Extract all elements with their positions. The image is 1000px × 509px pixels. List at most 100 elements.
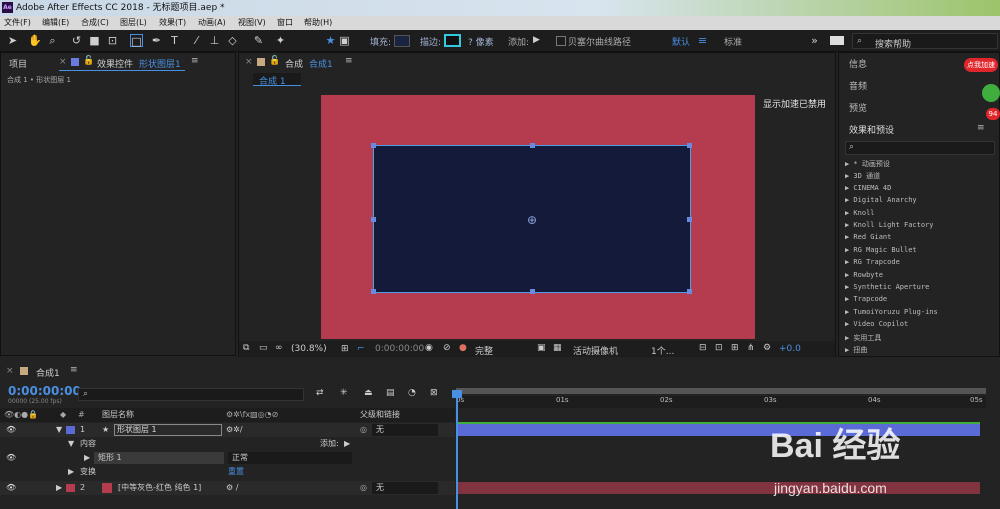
tab-effect-controls[interactable]: 效果控件 (97, 57, 133, 70)
reset-link[interactable]: 重置 (228, 465, 244, 479)
shape-handle[interactable] (530, 289, 535, 294)
comp-subtab[interactable]: 合成 1 (253, 73, 301, 87)
effects-category-item[interactable]: ▶ Knoll Light Factory (845, 221, 934, 229)
hand-tool-icon[interactable]: ✋ (28, 34, 42, 47)
search-help-box[interactable]: ⌕ 搜索帮助 (852, 33, 998, 50)
bezier-checkbox[interactable] (556, 36, 566, 46)
layer-switches-icon[interactable]: ⚙ / (226, 481, 238, 495)
eye-icon[interactable]: 👁 (6, 423, 16, 437)
menu-animation[interactable]: 动画(A) (198, 16, 226, 30)
col-parent[interactable]: 父级和链接 (360, 408, 400, 422)
timeline-tab[interactable]: 合成1 (36, 366, 60, 379)
shy-layers-icon[interactable]: ⏏ (364, 388, 373, 398)
rectangle-tool-icon[interactable]: □ (130, 34, 143, 48)
effects-category-item[interactable]: ▶ RG Magic Bullet (845, 246, 917, 254)
snapshot-icon[interactable]: ◉ (425, 343, 433, 353)
layer-label-color[interactable] (66, 426, 75, 434)
workspace-standard[interactable]: 标准 (724, 35, 742, 48)
panel-info[interactable]: 信息 (849, 57, 867, 70)
menu-help[interactable]: 帮助(H) (304, 16, 332, 30)
effects-category-item[interactable]: ▶ TumoiYoruzu Plug-ins (845, 308, 938, 316)
stroke-swatch[interactable] (444, 34, 461, 47)
safe-margins-icon[interactable]: ⊞ (341, 344, 349, 354)
menu-window[interactable]: 窗口 (277, 16, 293, 30)
roto-brush-tool-icon[interactable]: ✎ (252, 34, 265, 47)
parent-pickwhip-icon[interactable]: ◎ (360, 481, 367, 495)
anchor-point-icon[interactable]: ⊕ (525, 213, 539, 227)
eraser-tool-icon[interactable]: ◇ (226, 34, 239, 47)
layer-row[interactable]: 👁 ▶ 2 [中等灰色-红色 纯色 1] ⚙ / ◎ 无 (0, 481, 455, 495)
effect-controls-layer[interactable]: 形状图层1 (139, 57, 181, 70)
effects-category-item[interactable]: ▶ RG Trapcode (845, 258, 900, 266)
col-layer-name[interactable]: 图层名称 (102, 408, 134, 422)
property-row[interactable]: ▼ 内容 添加: ▶ (0, 437, 455, 451)
expand-triangle-icon[interactable]: ▶ (68, 465, 74, 479)
viewer-timecode[interactable]: 0:00:00:00 (375, 344, 424, 354)
tab-project[interactable]: 项目 (9, 57, 27, 70)
shape-handle[interactable] (687, 289, 692, 294)
layer-duration-bar[interactable] (458, 482, 980, 494)
comp-flowchart-icon[interactable]: ⇄ (316, 388, 324, 398)
mask-visibility-icon[interactable]: ⌐ (357, 344, 365, 354)
workspace-menu-icon[interactable]: ≡ (696, 34, 709, 47)
layer-duration-bar[interactable] (458, 424, 980, 436)
panel-audio[interactable]: 音频 (849, 79, 867, 92)
fill-swatch[interactable] (394, 35, 410, 47)
pen-tool-icon[interactable]: ✒ (150, 34, 163, 47)
mask-icon[interactable]: ▣ (338, 34, 351, 47)
expand-triangle-icon[interactable]: ▶ (84, 451, 90, 465)
effects-search-input[interactable]: ⌕ (845, 141, 995, 155)
rectangle-shape-layer[interactable]: ⊕ (371, 143, 692, 294)
expand-triangle-icon[interactable]: ▼ (56, 423, 62, 437)
shape-handle[interactable] (687, 217, 692, 222)
region-of-interest-icon[interactable]: ▣ (537, 343, 546, 353)
draft-3d-icon[interactable]: ✳ (340, 388, 348, 398)
mascot-icon[interactable] (982, 84, 1000, 102)
layer-name[interactable]: [中等灰色-红色 纯色 1] (118, 481, 201, 495)
camera-tool-icon[interactable]: ■ (88, 34, 101, 47)
menu-edit[interactable]: 编辑(E) (42, 16, 69, 30)
panel-preview[interactable]: 预览 (849, 101, 867, 114)
speedup-badge[interactable]: 点我加速 (964, 58, 998, 72)
work-area-bar[interactable] (456, 388, 986, 394)
effects-category-item[interactable]: ▶ 3D 通道 (845, 171, 880, 181)
type-tool-icon[interactable]: T (168, 34, 181, 47)
effects-category-item[interactable]: ▶ Video Copilot (845, 320, 908, 328)
zoom-tool-icon[interactable]: ⌕ (46, 34, 59, 47)
pan-behind-tool-icon[interactable]: ⊡ (106, 34, 119, 47)
graph-editor-icon[interactable]: ⊠ (430, 388, 438, 398)
star-icon[interactable]: ★ (324, 34, 337, 47)
close-icon[interactable]: × (245, 57, 253, 67)
menu-view[interactable]: 视图(V) (238, 16, 266, 30)
flowchart-icon[interactable]: ⋔ (747, 343, 755, 353)
puppet-pin-tool-icon[interactable]: ✦ (274, 34, 287, 47)
menu-composition[interactable]: 合成(C) (81, 16, 109, 30)
vr-icon[interactable]: ∞ (275, 343, 283, 353)
clone-stamp-tool-icon[interactable]: ⊥ (208, 34, 221, 47)
resolution-dropdown[interactable]: 完整 (475, 344, 493, 357)
time-ruler[interactable]: 0s 01s 02s 03s 04s 05s (456, 396, 986, 408)
panel-menu-icon[interactable]: ≡ (70, 365, 78, 375)
panel-menu-icon[interactable]: ≡ (977, 123, 985, 133)
parent-dropdown[interactable]: 无 (372, 482, 438, 494)
layer-name[interactable]: 形状图层 1 (114, 424, 222, 436)
eye-icon[interactable]: 👁 (6, 451, 16, 465)
shape-handle[interactable] (530, 143, 535, 148)
menu-effect[interactable]: 效果(T) (159, 16, 186, 30)
effects-category-item[interactable]: ▶ Knoll (845, 209, 875, 217)
channel-icon[interactable]: ● (459, 343, 467, 353)
lock-icon[interactable]: 🔓 (269, 56, 280, 66)
shape-handle[interactable] (371, 289, 376, 294)
timeline-icon[interactable]: ⊞ (731, 343, 739, 353)
close-icon[interactable]: × (6, 366, 14, 376)
effects-category-item[interactable]: ▶ Rowbyte (845, 271, 883, 279)
layer-switches-icon[interactable]: ⚙✲/ (226, 423, 243, 437)
playhead-handle[interactable] (452, 390, 462, 398)
property-row[interactable]: 👁 ▶ 矩形 1 正常 (0, 451, 455, 465)
layer-row[interactable]: 👁 ▼ 1 ★ 形状图层 1 ⚙✲/ ◎ 无 (0, 423, 455, 437)
effects-category-item[interactable]: ▶ CINEMA 4D (845, 184, 891, 192)
rotate-tool-icon[interactable]: ↺ (70, 34, 83, 47)
fast-preview-icon[interactable]: ⊡ (715, 343, 723, 353)
brush-tool-icon[interactable]: ⁄ (190, 34, 203, 47)
property-row[interactable]: ▶ 变换 重置 (0, 465, 455, 479)
